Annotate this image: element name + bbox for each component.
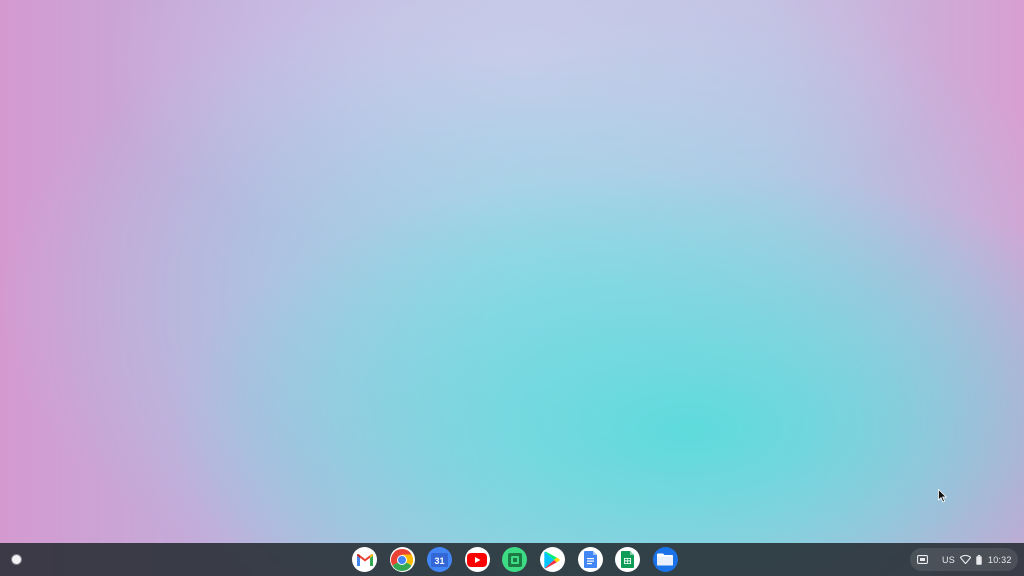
battery-status[interactable] [976,548,982,571]
chrome-icon [391,548,414,571]
shelf: 31 US 10:32 [0,543,1024,576]
play-store-icon [544,551,561,568]
launcher-button[interactable] [6,549,26,569]
youtube-app-button[interactable] [464,547,490,572]
calendar-icon: 31 [431,553,449,567]
battery-icon [976,554,982,565]
mouse-cursor-icon [938,489,948,503]
docs-icon [583,551,597,568]
screen-capture-icon [917,555,928,564]
input-method-label: US [942,554,955,565]
chrome-app-button[interactable] [389,547,415,572]
desktop-wallpaper[interactable] [0,0,1024,576]
calendar-app-button[interactable]: 31 [427,547,453,572]
clock[interactable]: 10:32 [988,548,1012,571]
launcher-circle-icon [11,554,21,564]
android-app-button[interactable] [502,547,528,572]
network-status[interactable] [960,548,971,571]
youtube-icon [467,552,488,567]
clock-time: 10:32 [988,554,1012,565]
input-method-indicator[interactable]: US [942,548,955,571]
files-app-button[interactable] [652,547,678,572]
pinned-apps: 31 [352,547,678,572]
gmail-icon [356,553,373,566]
screen-capture-button[interactable] [917,548,928,571]
wifi-icon [960,555,971,564]
docs-app-button[interactable] [577,547,603,572]
gmail-app-button[interactable] [352,547,377,572]
android-app-icon [507,552,522,567]
status-tray[interactable]: US 10:32 [910,548,1018,571]
play-store-app-button[interactable] [539,547,565,572]
calendar-date-label: 31 [435,556,445,566]
files-folder-icon [657,553,674,566]
sheets-app-button[interactable] [615,547,641,572]
sheets-icon [621,551,635,568]
